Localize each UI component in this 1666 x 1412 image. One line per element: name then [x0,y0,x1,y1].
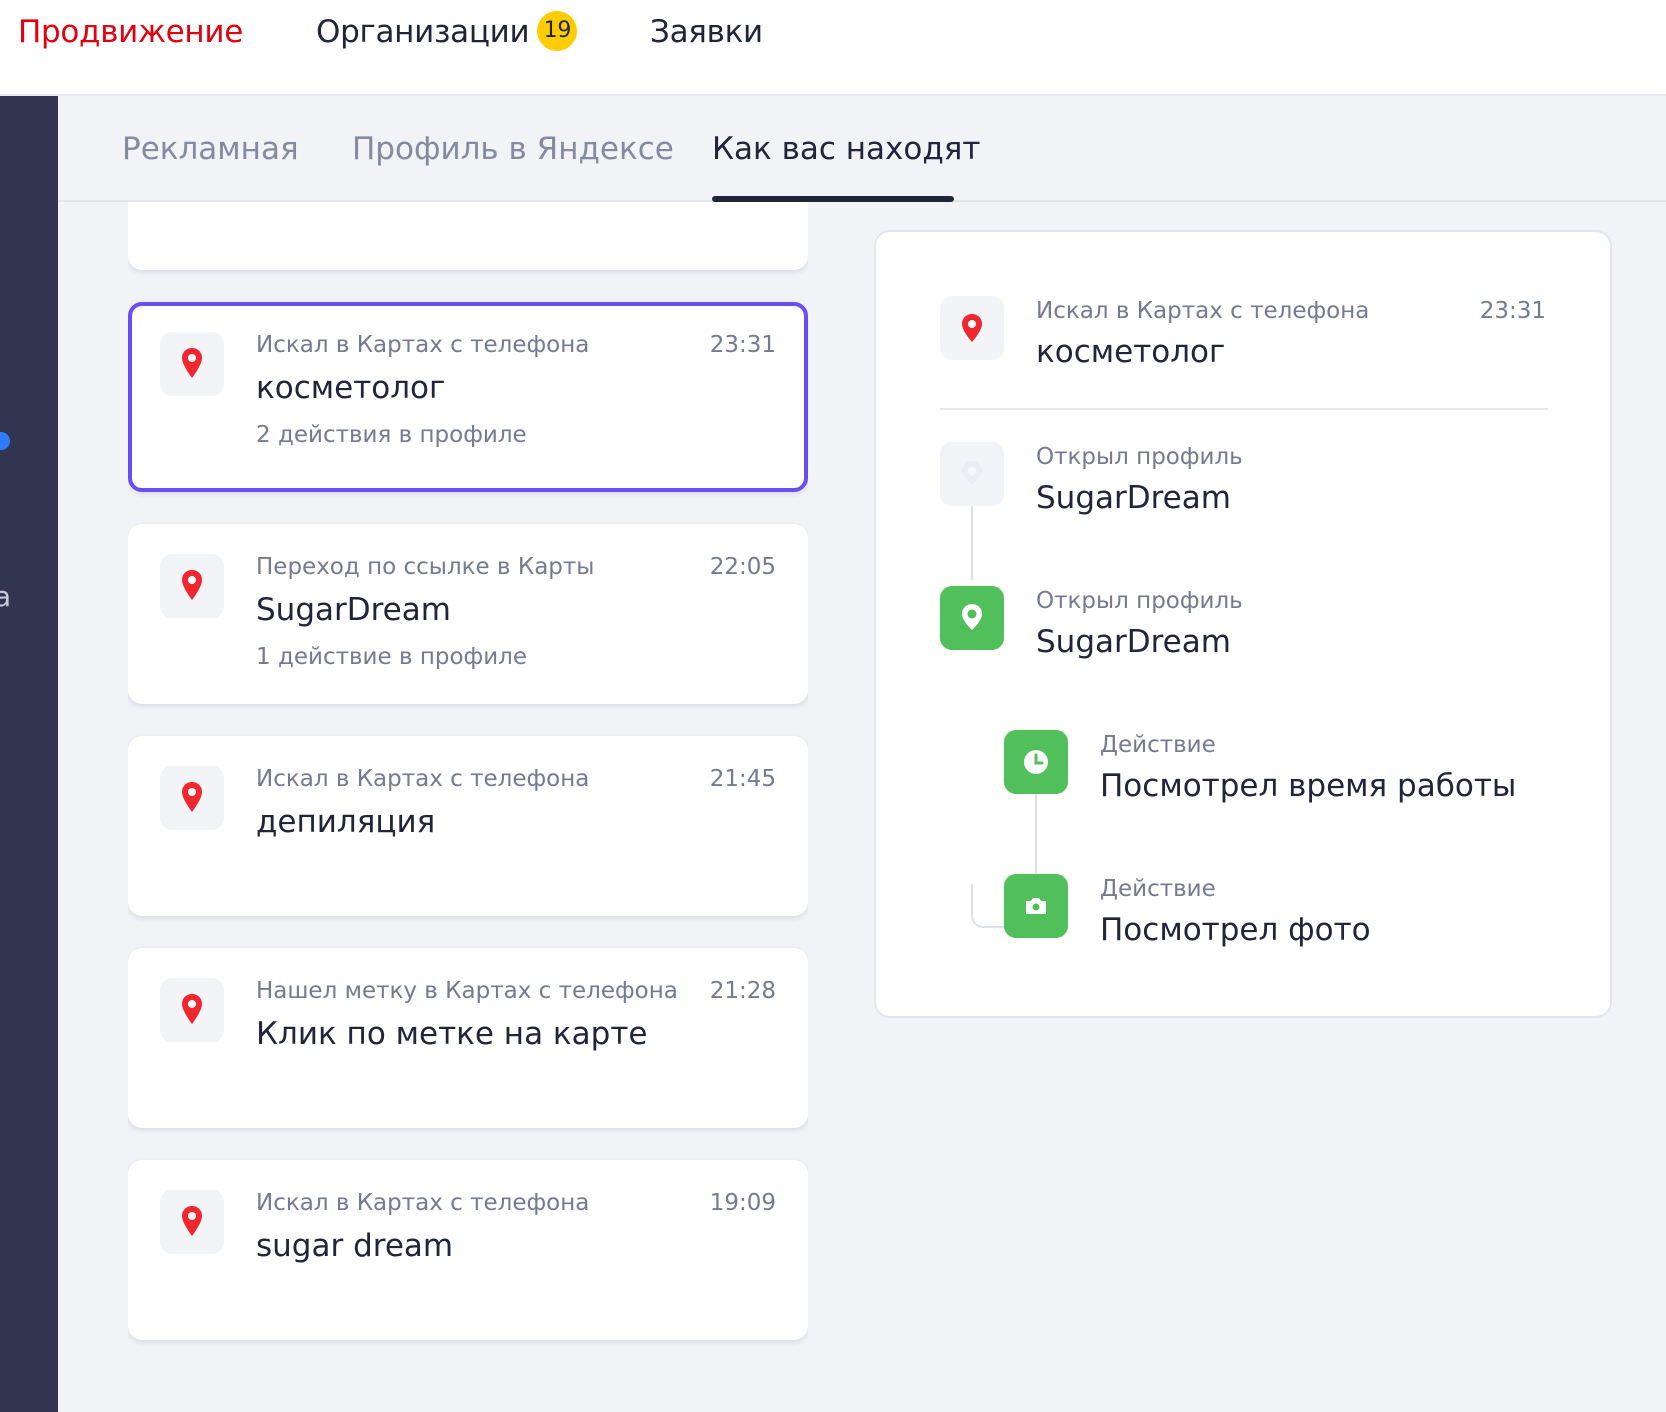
timeline-branch-connector [971,884,1007,928]
sessions-list: Искал в Картах с телефона 23:31 косметол… [128,202,808,1412]
timeline-connector [971,506,973,580]
map-pin-icon [160,766,224,830]
step-name: Посмотрел время работы [1100,768,1517,804]
list-item[interactable]: Искал в Картах с телефона 19:09 sugar dr… [128,1160,808,1340]
session-time: 19:09 [709,1190,776,1216]
session-query: депиляция [256,804,436,840]
map-pin-icon-faded [940,442,1004,506]
map-pin-icon [160,1190,224,1254]
step-type: Открыл профиль [1036,444,1243,470]
detail-time: 23:31 [1479,298,1546,324]
session-time: 23:31 [709,332,776,358]
list-item[interactable]: Искал в Картах с телефона 21:45 депиляци… [128,736,808,916]
session-time: 21:28 [709,978,776,1004]
list-item[interactable]: Переход по ссылке в Карты 22:05 SugarDre… [128,524,808,704]
topnav-organizations[interactable]: Организации 19 [316,10,578,54]
session-source: Искал в Картах с телефона [256,1190,590,1216]
step-name: SugarDream [1036,624,1231,660]
step-type: Действие [1100,876,1216,902]
topnav-promotion[interactable]: Продвижение [18,10,243,54]
map-pin-icon [160,978,224,1042]
session-detail-panel: Искал в Картах с телефона 23:31 косметол… [874,230,1612,1018]
session-time: 22:05 [709,554,776,580]
tab-advertising[interactable]: Рекламная [122,128,299,170]
session-actions-count: 2 действия в профиле [256,422,527,448]
sidebar-truncated-label: а [0,580,12,613]
notification-dot [0,432,10,450]
list-item[interactable]: Искал в Картах с телефона 23:31 косметол… [128,302,808,492]
list-item-partial[interactable] [128,202,808,270]
map-pin-icon [940,296,1004,360]
list-item[interactable]: Нашел метку в Картах с телефона 21:28 Кл… [128,948,808,1128]
topnav-requests[interactable]: Заявки [650,10,763,54]
session-query: косметолог [256,370,446,406]
tab-yandex-profile[interactable]: Профиль в Яндексе [352,128,674,170]
session-source: Переход по ссылке в Карты [256,554,595,580]
topnav-organizations-label: Организации [316,14,530,50]
session-query: sugar dream [256,1228,454,1264]
map-pin-icon [160,554,224,618]
organizations-count-badge: 19 [537,10,578,51]
session-time: 21:45 [709,766,776,792]
clock-icon [1004,730,1068,794]
step-type: Открыл профиль [1036,588,1243,614]
map-pin-icon [940,586,1004,650]
step-type: Действие [1100,732,1216,758]
session-source: Нашел метку в Картах с телефона [256,978,678,1004]
step-name: SugarDream [1036,480,1231,516]
section-tabs: Рекламная Профиль в Яндексе Как вас нахо… [58,96,1666,202]
session-query: SugarDream [256,592,451,628]
session-source: Искал в Картах с телефона [256,766,590,792]
camera-icon [1004,874,1068,938]
session-query: Клик по метке на карте [256,1016,648,1052]
map-pin-icon [160,332,224,396]
step-name: Посмотрел фото [1100,912,1371,948]
tab-how-they-find-you[interactable]: Как вас находят [712,128,980,170]
session-actions-count: 1 действие в профиле [256,644,527,670]
detail-divider [940,408,1548,410]
left-sidebar-rail: а [0,96,58,1412]
session-source: Искал в Картах с телефона [256,332,590,358]
top-navigation-bar: Продвижение Организации 19 Заявки [0,0,1666,96]
detail-source: Искал в Картах с телефона [1036,298,1370,324]
detail-query: косметолог [1036,334,1226,370]
